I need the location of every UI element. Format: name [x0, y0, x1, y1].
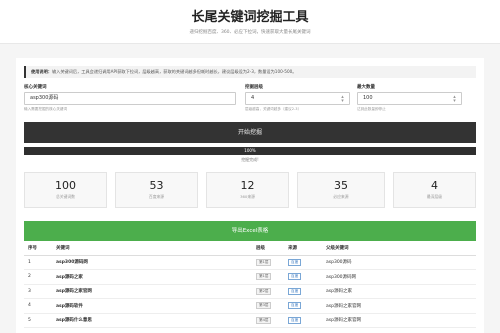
row-keyword: asp源码之家 — [52, 269, 252, 285]
keyword-table: 序号 关键词 层级 来源 父级关键词 1 asp300源码网 第1层 百度 as… — [24, 242, 476, 328]
page-header: 长尾关键词挖掘工具 递归挖掘百度、360、必应下拉词，快速获取大量长尾关键词 — [0, 0, 500, 44]
stat-value: 4 — [431, 179, 438, 192]
stat-value: 53 — [149, 179, 164, 192]
keyword-label: 核心关键词 — [24, 85, 47, 90]
stat-label: 百度来源 — [148, 194, 165, 199]
table-row: 3 asp源码之家官网 第2层 百度 asp源码之家 — [24, 284, 476, 299]
page-title: 长尾关键词挖掘工具 — [191, 10, 309, 25]
stat-total: 100 总关键词数 — [24, 172, 107, 208]
col-level: 层级 — [252, 242, 284, 256]
col-source: 来源 — [284, 242, 322, 256]
max-label: 最大数量 — [357, 85, 375, 90]
level-badge: 第1层 — [256, 273, 272, 281]
progress-text: 100% — [244, 148, 256, 153]
col-index: 序号 — [24, 242, 52, 256]
col-parent: 父级关键词 — [322, 242, 476, 256]
notice-label: 使用说明： — [31, 69, 52, 74]
row-keyword: asp300源码网 — [52, 255, 252, 270]
export-excel-button[interactable]: 导出Excel表格 — [24, 221, 476, 241]
row-parent: asp源码之家官网 — [322, 298, 476, 314]
row-keyword: asp源码什么意思 — [52, 313, 252, 328]
level-value: 4 — [251, 95, 255, 101]
table-row: 4 asp源码软件 第3层 百度 asp源码之家官网 — [24, 298, 476, 314]
table-row: 2 asp源码之家 第1层 百度 asp300源码网 — [24, 269, 476, 285]
row-keyword: asp源码软件 — [52, 298, 252, 314]
stat-bing: 35 必应来源 — [297, 172, 385, 208]
page-subtitle: 递归挖掘百度、360、必应下拉词，快速获取大量长尾关键词 — [189, 30, 311, 35]
source-badge: 百度 — [288, 287, 302, 295]
keyword-help: 输入需要挖掘的核心关键词 — [24, 107, 68, 111]
row-parent: asp源码之家 — [322, 284, 476, 299]
table-header-row: 序号 关键词 层级 来源 父级关键词 — [24, 242, 476, 256]
max-input[interactable]: 100 ▴ ▾ — [357, 92, 462, 105]
level-badge: 第4层 — [256, 316, 272, 324]
row-parent: asp源码之家官网 — [322, 313, 476, 328]
stat-label: 总关键词数 — [56, 194, 75, 199]
stat-label: 必应来源 — [333, 194, 349, 199]
table-row: 5 asp源码什么意思 第4层 百度 asp源码之家官网 — [24, 313, 476, 328]
source-badge: 百度 — [288, 258, 302, 266]
row-keyword: asp源码之家官网 — [52, 284, 252, 299]
row-index: 3 — [24, 284, 52, 299]
level-label: 挖掘层级 — [245, 85, 263, 90]
status-text: 挖掘完成! — [241, 157, 259, 162]
stat-value: 35 — [334, 179, 348, 192]
stat-label: 360来源 — [240, 194, 255, 199]
progress-bar: 100% — [24, 147, 476, 155]
max-value: 100 — [363, 95, 373, 101]
usage-notice: 使用说明：输入关键词后，工具会递归调用API获取下拉词，层级越高，获取的关键词越… — [24, 66, 476, 78]
source-badge: 百度 — [288, 316, 302, 324]
notice-text: 输入关键词后，工具会递归调用API获取下拉词，层级越高，获取的关键词越多但耗时越… — [51, 69, 297, 74]
main-card: 使用说明：输入关键词后，工具会递归调用API获取下拉词，层级越高，获取的关键词越… — [16, 58, 484, 333]
level-badge: 第2层 — [256, 287, 272, 295]
keyword-input[interactable]: asp300源码 — [24, 92, 236, 105]
row-index: 4 — [24, 298, 52, 314]
level-badge: 第3层 — [256, 302, 272, 310]
max-stepper-icon[interactable]: ▴ ▾ — [452, 95, 457, 104]
level-help: 层级越高，关键词越多（建议2-3） — [245, 107, 302, 111]
row-parent: asp300源码网 — [322, 269, 476, 285]
stat-depth: 4 最深层级 — [393, 172, 476, 208]
level-badge: 第1层 — [256, 258, 272, 266]
level-stepper-icon[interactable]: ▴ ▾ — [340, 95, 345, 104]
stat-label: 最深层级 — [426, 194, 443, 199]
row-index: 1 — [24, 255, 52, 270]
row-index: 5 — [24, 313, 52, 328]
stat-value: 12 — [240, 179, 255, 192]
stat-value: 100 — [55, 179, 76, 192]
row-index: 2 — [24, 269, 52, 285]
table-row: 1 asp300源码网 第1层 百度 asp300源码 — [24, 255, 476, 270]
stat-baidu: 53 百度来源 — [115, 172, 198, 208]
max-help: 达到此数量即停止 — [357, 107, 386, 111]
level-input[interactable]: 4 ▴ ▾ — [245, 92, 350, 105]
source-badge: 百度 — [288, 273, 302, 281]
row-parent: asp300源码 — [322, 255, 476, 270]
col-keyword: 关键词 — [52, 242, 252, 256]
stat-360: 12 360来源 — [206, 172, 289, 208]
start-button[interactable]: 开始挖掘 — [24, 122, 476, 143]
source-badge: 百度 — [288, 302, 302, 310]
